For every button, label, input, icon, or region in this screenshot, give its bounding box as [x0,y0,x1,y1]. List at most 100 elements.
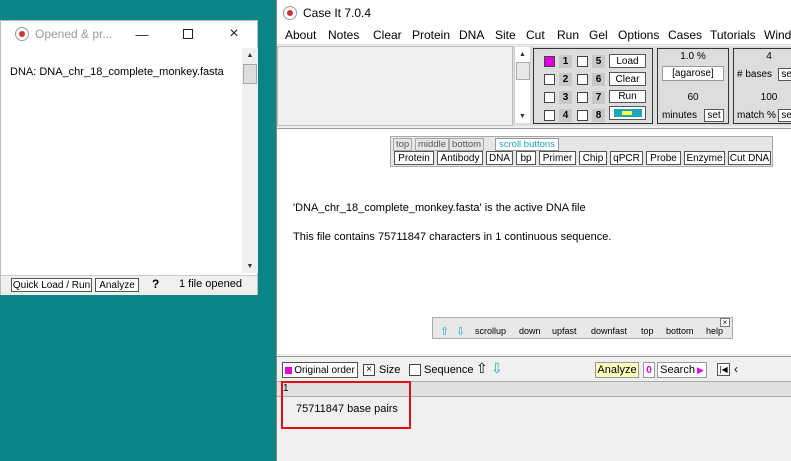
scroll-thumb[interactable] [243,64,257,84]
quick-load-run-button[interactable]: Quick Load / Run [11,278,92,292]
lane-8-checkbox[interactable] [577,110,588,121]
lane-3-label: 3 [559,91,572,104]
lane-3-checkbox[interactable] [544,92,555,103]
top-control-panel: ▲ ▼ 1 5 2 6 3 7 4 8 Load Clear Run 1.0 %… [277,46,791,126]
bases-label: # bases [737,69,773,80]
upper-text-area[interactable] [277,46,513,126]
minutes-value: 60 [687,92,699,103]
lane-6-checkbox[interactable] [577,74,588,85]
qpcr-button[interactable]: qPCR [610,151,643,165]
nav-top[interactable]: top [641,326,654,336]
tab-bottom[interactable]: bottom [449,138,485,151]
case-it-titlebar[interactable]: Case It 7.0.4 [277,0,791,26]
analyze-sequence-button[interactable]: Analyze [595,362,639,378]
gel-icon [613,109,642,117]
menu-protein[interactable]: Protein [412,28,450,42]
menu-window[interactable]: Windo [764,28,791,42]
minutes-set-button[interactable]: set [704,109,724,122]
agarose-field[interactable]: [agarose] [662,66,724,81]
menu-about[interactable]: About [285,28,316,42]
scroll-thumb[interactable] [516,62,530,80]
search-label: Search [660,364,695,376]
probe-button[interactable]: Probe [646,151,681,165]
sequence-checkbox[interactable] [409,364,421,376]
menu-options[interactable]: Options [618,28,659,42]
nav-upfast[interactable]: upfast [552,326,577,336]
size-checkbox[interactable]: × [363,364,375,376]
scroll-buttons-tab[interactable]: scroll buttons [495,138,559,151]
lane-1-checkbox[interactable] [544,56,555,67]
main-menu-bar: About Notes Clear Protein DNA Site Cut R… [277,26,791,45]
gel-view-button[interactable] [609,106,646,120]
bp-button[interactable]: bp [516,151,536,165]
run-button[interactable]: Run [609,90,646,103]
app-icon [15,27,29,41]
gel-settings-panel: 1.0 % [agarose] 60 minutes set [657,48,729,124]
scroll-down-arrow[interactable]: ▼ [515,109,530,123]
menu-tutorials[interactable]: Tutorials [710,28,756,42]
enzyme-button[interactable]: Enzyme [684,151,725,165]
original-order-button[interactable]: Original order [282,362,358,378]
cut-dna-button[interactable]: Cut DNA [728,151,771,165]
prev-arrow-icon[interactable]: ‹ [734,362,738,376]
scroll-down-arrow[interactable]: ▼ [242,259,258,273]
character-count-message: This file contains 75711847 characters i… [293,231,612,243]
lanes-panel: 1 5 2 6 3 7 4 8 Load Clear Run [533,48,653,124]
search-button[interactable]: Search ▶ [657,362,707,378]
maximize-icon [183,29,193,39]
match-set-button[interactable]: set [778,109,791,122]
load-button[interactable]: Load [609,54,646,68]
lane-7-checkbox[interactable] [577,92,588,103]
clear-button[interactable]: Clear [609,72,646,86]
dna-button[interactable]: DNA [486,151,513,165]
nav-downfast[interactable]: downfast [591,326,627,336]
tab-top[interactable]: top [393,138,413,151]
primer-button[interactable]: Primer [539,151,576,165]
nav-down-arrow-icon[interactable]: ⇩ [456,325,465,338]
bases-set-button[interactable]: set [778,68,791,81]
menu-gel[interactable]: Gel [589,28,608,42]
menu-run[interactable]: Run [557,28,579,42]
annotation-highlight-box [281,381,411,429]
opened-files-titlebar[interactable]: Opened & pr... — × [1,21,257,47]
nav-up-arrow-icon[interactable]: ⇧ [440,325,449,338]
menu-cases[interactable]: Cases [668,28,702,42]
upper-scrollbar[interactable]: ▲ ▼ [514,47,530,123]
minimize-button[interactable]: — [119,21,165,47]
scroll-up-arrow[interactable]: ▲ [515,47,530,61]
menu-dna[interactable]: DNA [459,28,484,42]
opened-files-footer: Quick Load / Run Analyze ? 1 file opened [1,275,257,295]
chip-button[interactable]: Chip [579,151,607,165]
nav-down[interactable]: down [519,326,541,336]
tab-middle[interactable]: middle [415,138,449,151]
nav-bottom[interactable]: bottom [666,326,694,336]
antibody-button[interactable]: Antibody [437,151,483,165]
opened-files-scrollbar[interactable]: ▲ ▼ [242,48,258,273]
analyze-button[interactable]: Analyze [95,278,139,292]
menu-site[interactable]: Site [495,28,516,42]
lane-2-checkbox[interactable] [544,74,555,85]
lane-4-checkbox[interactable] [544,110,555,121]
case-it-title: Case It 7.0.4 [303,6,372,20]
zero-counter[interactable]: 0 [643,362,655,378]
maximize-button[interactable] [165,21,211,47]
menu-clear[interactable]: Clear [373,28,402,42]
files-opened-status: 1 file opened [179,278,242,290]
menu-cut[interactable]: Cut [526,28,545,42]
active-file-message: 'DNA_chr_18_complete_monkey.fasta' is th… [293,202,586,214]
order-up-arrow-icon[interactable]: ⇧ [476,360,488,377]
nav-scrollup[interactable]: scrollup [475,326,506,336]
close-button[interactable]: × [211,21,257,47]
menu-notes[interactable]: Notes [328,28,359,42]
order-down-arrow-icon[interactable]: ⇩ [491,360,503,377]
nav-help[interactable]: help [706,326,723,336]
search-settings-panel: 4 # bases set 100 match % set [733,48,791,124]
scroll-up-arrow[interactable]: ▲ [242,48,258,62]
help-icon[interactable]: ? [152,277,159,291]
lane-1-label: 1 [559,55,572,68]
lane-5-checkbox[interactable] [577,56,588,67]
protein-button[interactable]: Protein [394,151,434,165]
size-label: Size [379,364,401,376]
toolbar-panel: top middle bottom scroll buttons Protein… [390,136,773,167]
first-page-button[interactable]: |◀ [717,363,730,376]
